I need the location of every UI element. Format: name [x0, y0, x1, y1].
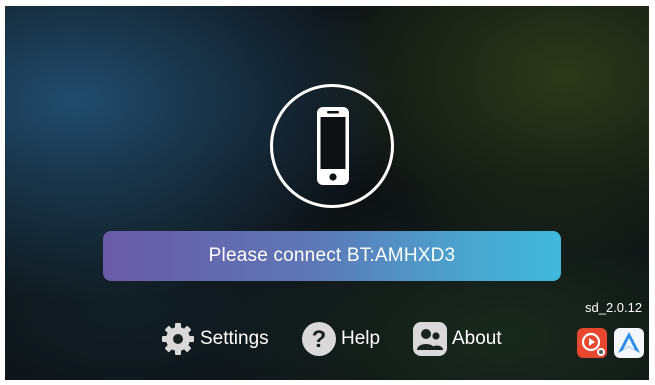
- settings-label: Settings: [200, 328, 269, 349]
- version-label: sd_2.0.12: [585, 300, 643, 315]
- android-auto-app-button[interactable]: [614, 328, 644, 358]
- gear-icon: [162, 323, 194, 355]
- android-auto-icon: [618, 332, 640, 353]
- people-icon: [413, 322, 447, 356]
- help-label: Help: [341, 328, 381, 349]
- help-button[interactable]: ? Help: [301, 321, 380, 357]
- main-screen: Please connect BT:AMHXD3 sd_2.0.12 Setti…: [5, 6, 649, 380]
- about-button[interactable]: About: [412, 321, 502, 357]
- carplay-icon: [581, 332, 605, 356]
- connect-banner: Please connect BT:AMHXD3: [103, 231, 561, 281]
- about-label: About: [452, 328, 502, 349]
- question-icon: ?: [302, 322, 336, 356]
- settings-button[interactable]: Settings: [160, 321, 269, 357]
- phone-connect-indicator: [270, 84, 394, 208]
- carplay-app-button[interactable]: [577, 328, 607, 358]
- connect-message: Please connect BT:AMHXD3: [208, 245, 456, 266]
- svg-text:?: ?: [312, 326, 327, 353]
- smartphone-icon: [317, 107, 349, 185]
